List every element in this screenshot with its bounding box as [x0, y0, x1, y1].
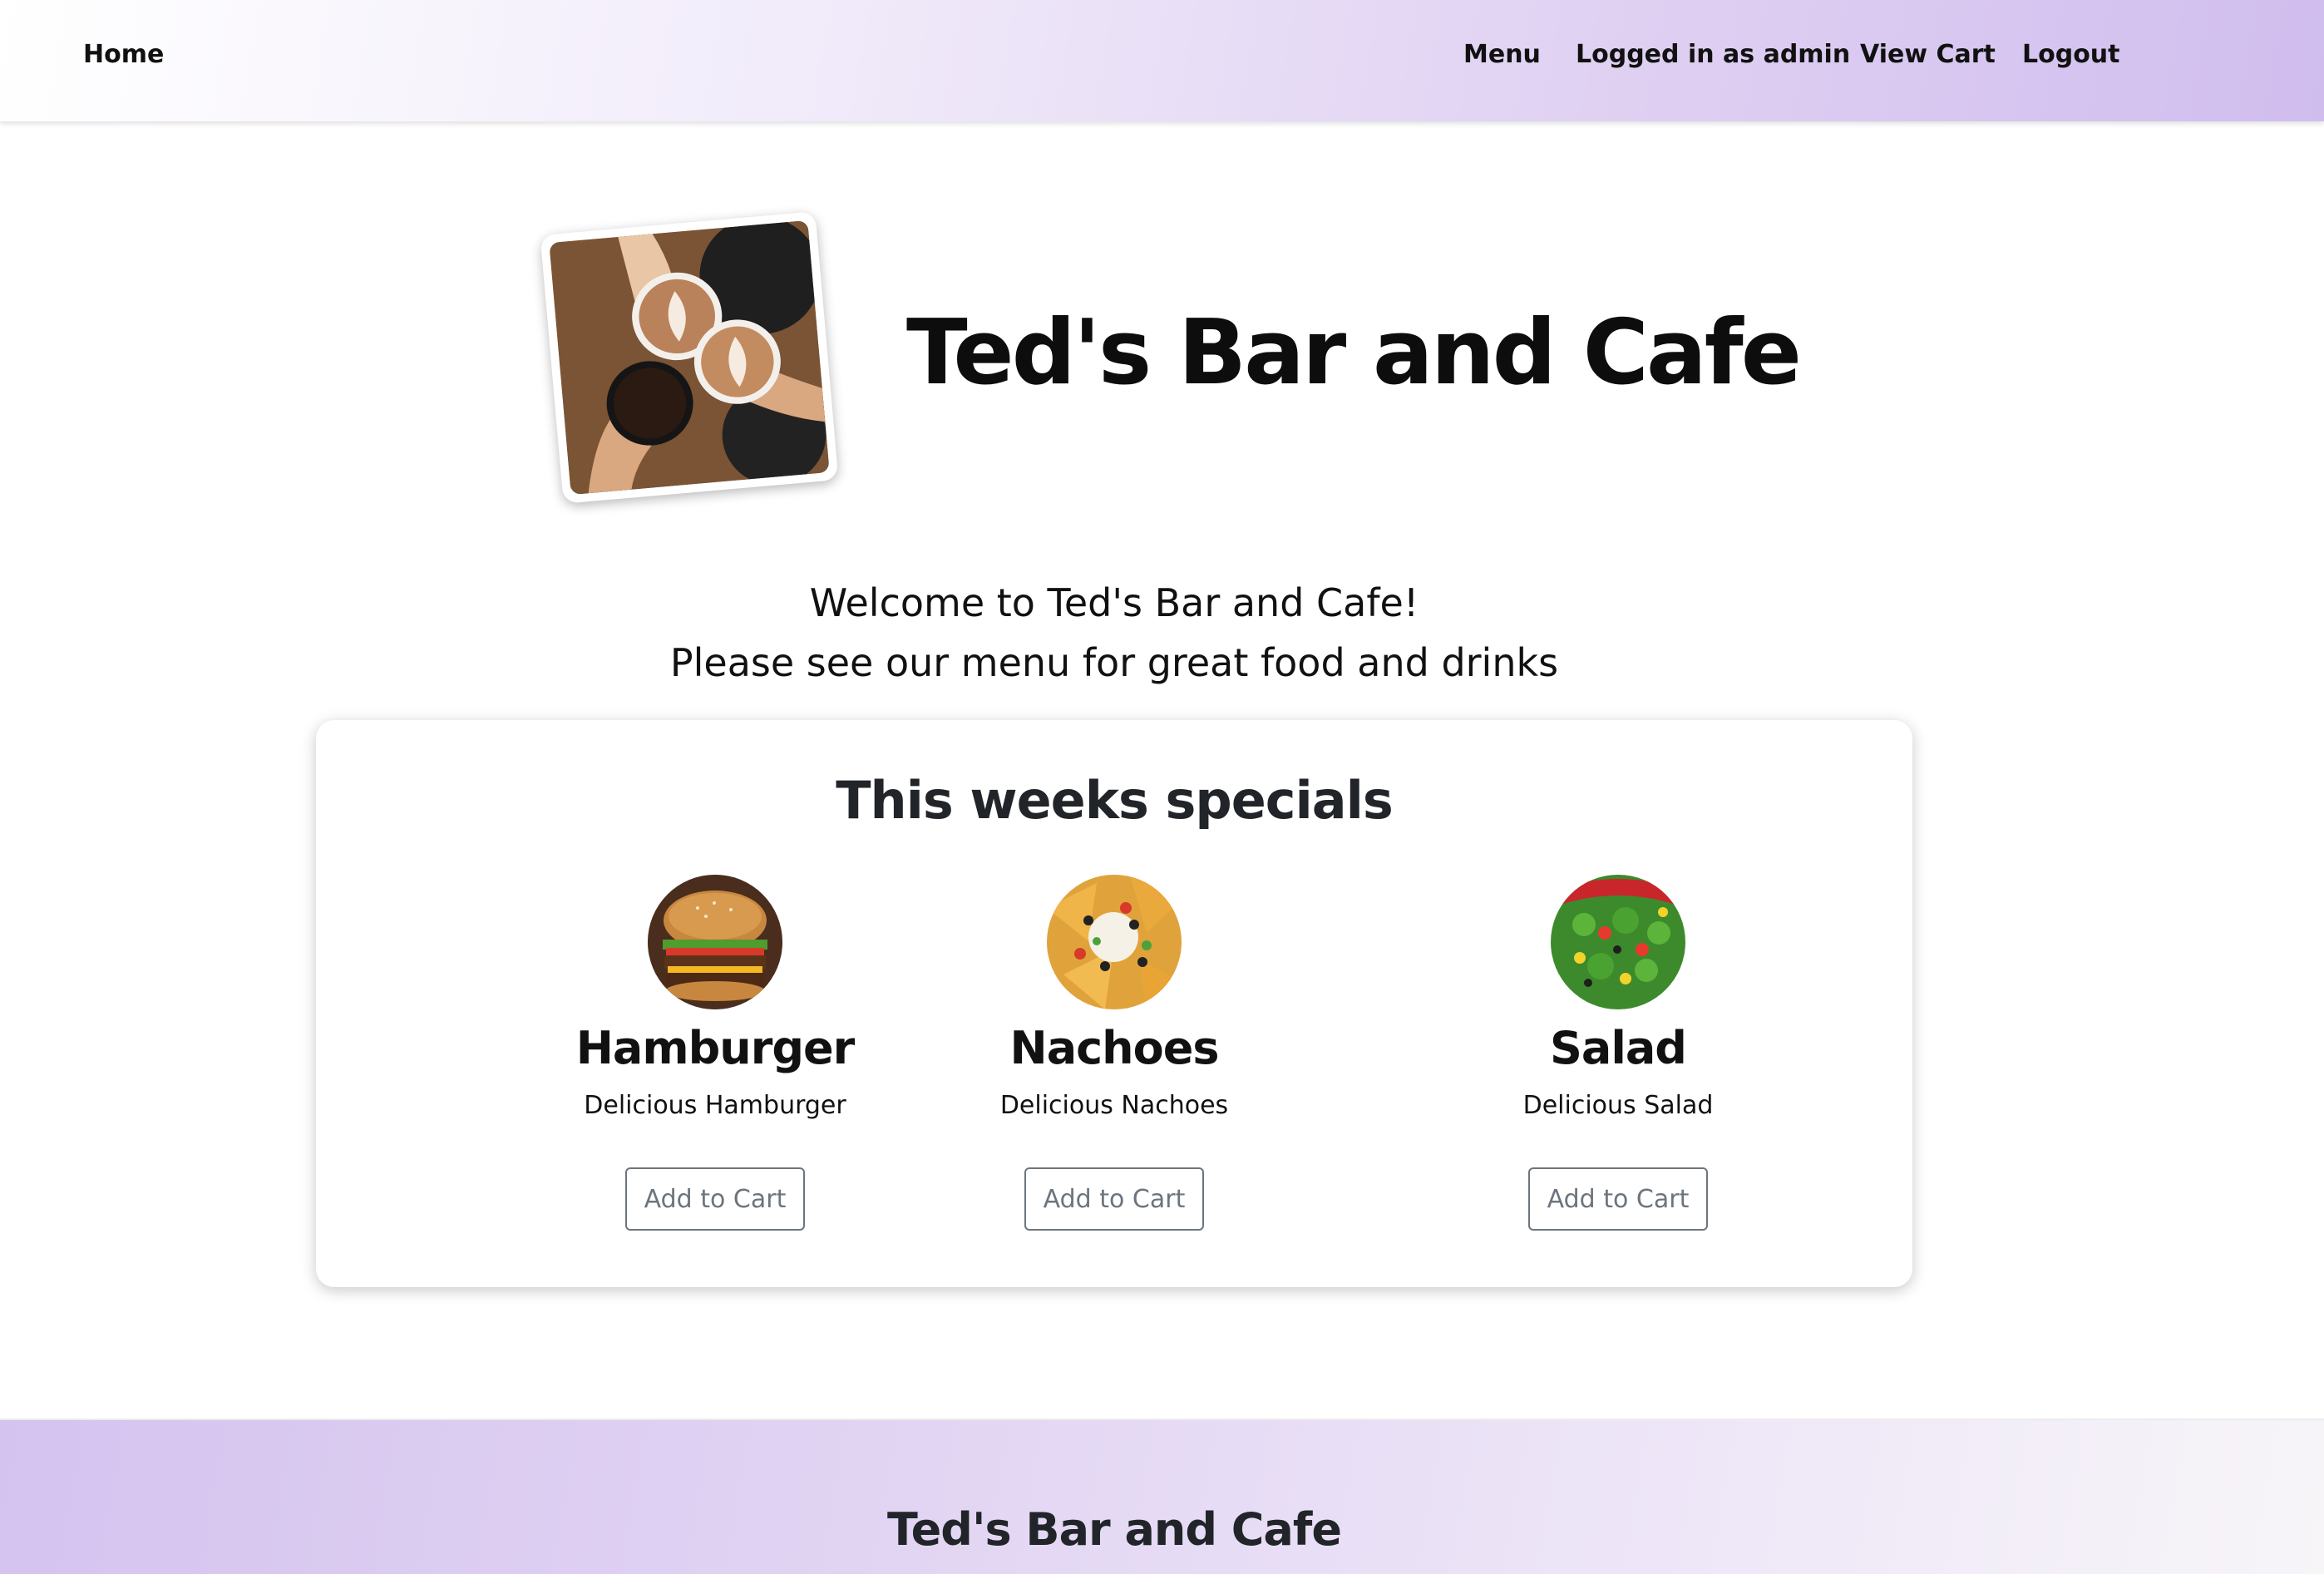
add-to-cart-hamburger-button[interactable]: Add to Cart [625, 1167, 805, 1231]
nav-menu-link[interactable]: Menu [1463, 38, 1541, 72]
top-navbar: Home Menu Logged in as admin View Cart L… [0, 0, 2324, 121]
special-item-description: Delicious Salad [1522, 1091, 1714, 1120]
nav-logged-in-user[interactable]: Logged in as admin [1576, 38, 1850, 72]
salad-image [1551, 875, 1685, 1009]
welcome-message: Welcome to Ted's Bar and Cafe! [809, 580, 1419, 625]
specials-card: This weeks specials Hamburger Delicious … [316, 720, 1912, 1287]
special-item-salad: Salad Delicious Salad Add to Cart [1410, 875, 1826, 1231]
add-to-cart-salad-button[interactable]: Add to Cart [1528, 1167, 1708, 1231]
site-title: Ted's Bar and Cafe [906, 301, 1802, 405]
page-footer: Ted's Bar and Cafe [0, 1419, 2324, 1574]
special-item-description: Delicious Hamburger [584, 1091, 846, 1120]
footer-title: Ted's Bar and Cafe [887, 1503, 1342, 1556]
hamburger-image [648, 875, 782, 1009]
special-item-name: Nachoes [1009, 1022, 1220, 1074]
nachoes-image [1047, 875, 1182, 1009]
specials-title: This weeks specials [836, 770, 1394, 831]
special-item-name: Salad [1550, 1022, 1687, 1074]
special-item-name: Hamburger [575, 1022, 856, 1074]
nav-view-cart-link[interactable]: View Cart [1860, 38, 1996, 72]
coffee-cups-image [549, 220, 830, 496]
nav-home-link[interactable]: Home [83, 38, 164, 72]
special-item-hamburger: Hamburger Delicious Hamburger Add to Car… [507, 875, 923, 1231]
special-item-nachoes: Nachoes Delicious Nachoes Add to Cart [906, 875, 1322, 1231]
special-item-description: Delicious Nachoes [999, 1091, 1229, 1120]
hero-coffee-photo [540, 211, 839, 504]
nav-logout-link[interactable]: Logout [2022, 38, 2120, 72]
welcome-submessage: Please see our menu for great food and d… [669, 640, 1559, 685]
add-to-cart-nachoes-button[interactable]: Add to Cart [1024, 1167, 1204, 1231]
